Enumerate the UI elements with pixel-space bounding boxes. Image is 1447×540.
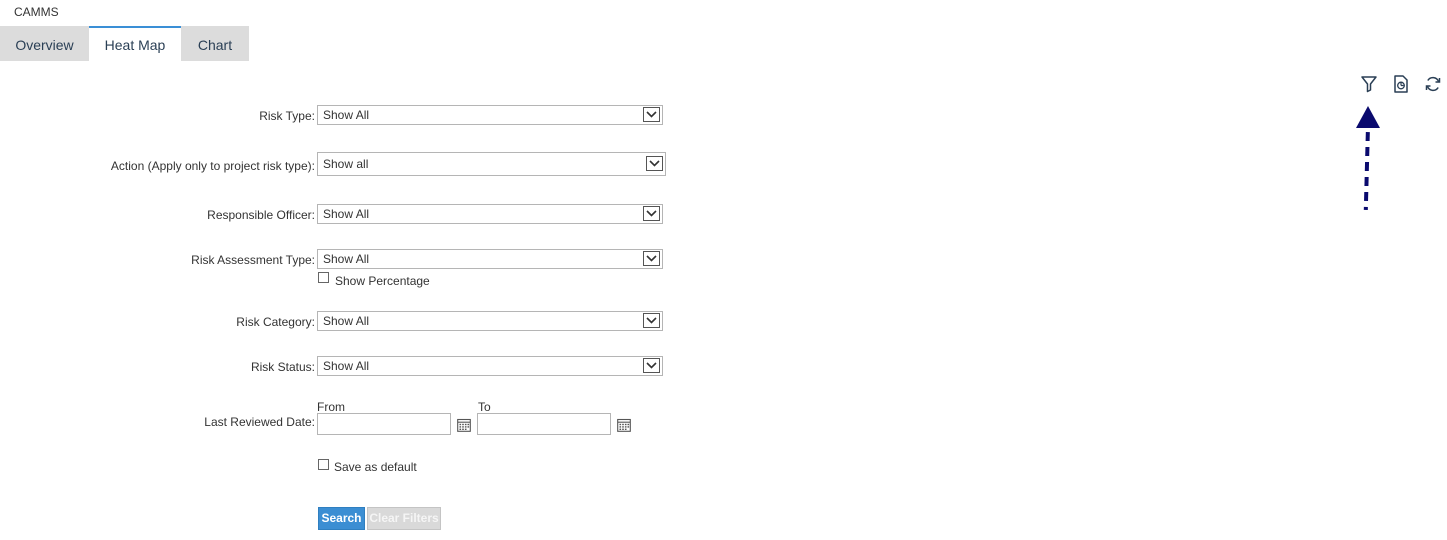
risk-type-label: Risk Type: bbox=[259, 109, 315, 123]
clear-filters-button[interactable]: Clear Filters bbox=[367, 507, 441, 530]
risk-status-select[interactable]: Show All bbox=[317, 356, 663, 376]
save-as-default-checkbox[interactable] bbox=[318, 459, 329, 470]
risk-status-value: Show All bbox=[323, 359, 370, 373]
from-date-input[interactable] bbox=[317, 413, 451, 435]
risk-status-label: Risk Status: bbox=[250, 360, 315, 374]
tab-chart[interactable]: Chart bbox=[181, 26, 249, 61]
risk-category-select[interactable]: Show All bbox=[317, 311, 663, 331]
risk-assessment-type-value: Show All bbox=[323, 252, 370, 266]
action-value: Show all bbox=[323, 157, 369, 171]
tab-bar: Overview Heat Map Chart bbox=[0, 26, 249, 61]
app-title: CAMMS bbox=[14, 5, 59, 19]
to-date-input[interactable] bbox=[477, 413, 611, 435]
search-button[interactable]: Search bbox=[318, 507, 365, 530]
action-select[interactable]: Show all bbox=[317, 152, 666, 176]
filter-icon[interactable] bbox=[1359, 74, 1379, 94]
to-label: To bbox=[478, 400, 491, 414]
chevron-down-icon bbox=[643, 206, 660, 221]
show-percentage-label: Show Percentage bbox=[335, 274, 430, 288]
responsible-officer-value: Show All bbox=[323, 207, 370, 221]
risk-type-value: Show All bbox=[323, 108, 370, 122]
tab-overview[interactable]: Overview bbox=[0, 26, 89, 61]
action-label: Action (Apply only to project risk type)… bbox=[110, 159, 315, 173]
risk-assessment-type-label: Risk Assessment Type: bbox=[191, 253, 315, 267]
chevron-down-icon bbox=[643, 358, 660, 373]
show-percentage-checkbox[interactable] bbox=[318, 272, 329, 283]
calendar-icon[interactable] bbox=[457, 418, 471, 432]
risk-type-select[interactable]: Show All bbox=[317, 105, 663, 125]
annotation-arrow-icon bbox=[1354, 104, 1384, 219]
responsible-officer-select[interactable]: Show All bbox=[317, 204, 663, 224]
from-label: From bbox=[317, 400, 345, 414]
chevron-down-icon bbox=[643, 251, 660, 266]
responsible-officer-label: Responsible Officer: bbox=[207, 208, 315, 222]
save-as-default-label: Save as default bbox=[334, 460, 417, 474]
risk-category-label: Risk Category: bbox=[236, 315, 315, 329]
chevron-down-icon bbox=[646, 156, 663, 171]
chevron-down-icon bbox=[643, 313, 660, 328]
last-reviewed-date-label: Last Reviewed Date: bbox=[204, 415, 315, 429]
risk-category-value: Show All bbox=[323, 314, 370, 328]
report-icon[interactable] bbox=[1391, 74, 1411, 94]
refresh-icon[interactable] bbox=[1423, 74, 1443, 94]
risk-assessment-type-select[interactable]: Show All bbox=[317, 249, 663, 269]
tab-heat-map[interactable]: Heat Map bbox=[89, 26, 181, 61]
chevron-down-icon bbox=[643, 107, 660, 122]
calendar-icon[interactable] bbox=[617, 418, 631, 432]
